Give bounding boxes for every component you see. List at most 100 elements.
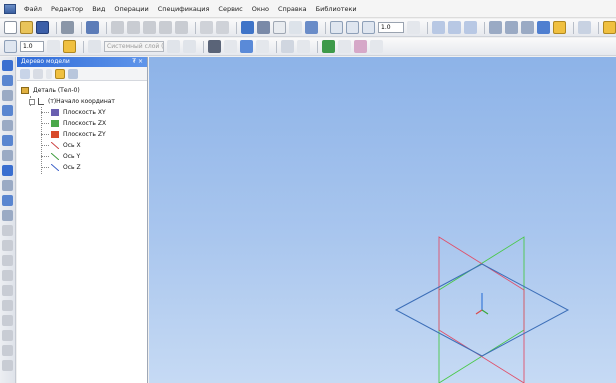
paste-icon[interactable] [143,21,156,34]
halftone-edges-icon[interactable] [553,21,566,34]
manager-icon[interactable] [241,21,254,34]
tool-icon[interactable] [2,330,13,341]
filter-tree-icon[interactable] [68,68,78,79]
tree-node-axis-y[interactable]: Ось Y [17,151,147,162]
redo-icon[interactable] [216,21,229,34]
tree-node-origin[interactable]: (т)Начало координат [17,96,147,107]
chevron-down-icon[interactable] [407,21,420,34]
menu-help[interactable]: Справка [278,5,307,13]
pan-icon[interactable] [432,21,445,34]
chevron-down-icon[interactable] [47,40,60,53]
open-icon[interactable] [20,21,33,34]
layer-select[interactable]: Системный слой (0) [104,41,164,52]
cursor-step-input[interactable]: 1.0 [20,41,44,52]
tree-node-part[interactable]: Деталь (Тел-0) [17,85,147,96]
curves-icon[interactable] [2,75,13,86]
sort-icon[interactable] [33,68,43,79]
material-icon[interactable] [240,40,253,53]
tool-icon[interactable] [2,285,13,296]
orientation-icon[interactable] [464,21,477,34]
diagnostics-icon[interactable] [354,40,367,53]
pin-close-controls[interactable]: ₮ × [132,57,143,67]
zoom-out-icon[interactable] [362,21,375,34]
show-structure-icon[interactable] [55,68,65,79]
edit-geometry-icon[interactable] [2,60,13,71]
menu-operations[interactable]: Операции [114,5,148,13]
halftone-icon[interactable] [537,21,550,34]
tree-node-axis-x[interactable]: Ось X [17,140,147,151]
tool-icon[interactable] [2,255,13,266]
measure-icon[interactable] [322,40,335,53]
model-viewport[interactable] [149,57,616,383]
chevron-down-icon[interactable] [224,40,237,53]
undo-icon[interactable] [200,21,213,34]
tool-icon[interactable] [2,240,13,251]
thin-lines-icon[interactable] [521,21,534,34]
filter-icon[interactable] [281,40,294,53]
array-icon[interactable] [2,90,13,101]
hidden-lines-icon[interactable] [505,21,518,34]
perspective-icon[interactable] [578,21,591,34]
measurements-icon[interactable] [2,135,13,146]
chevron-down-icon[interactable] [370,40,383,53]
section-icon[interactable] [603,21,616,34]
menu-edit[interactable]: Редактор [51,5,83,13]
model-tree-panel: Дерево модели ₮ × Деталь (Тел-0) (т)Нача… [17,57,148,383]
app-icon[interactable] [4,3,16,14]
filter-objects-icon[interactable] [2,150,13,161]
rotate-icon[interactable] [448,21,461,34]
variables-icon[interactable] [305,21,318,34]
help-pointer-icon[interactable] [289,21,302,34]
zoom-in-icon[interactable] [330,21,343,34]
color-icon[interactable] [208,40,221,53]
tool-icon[interactable] [2,270,13,281]
tree-node-axis-z[interactable]: Ось Z [17,162,147,173]
ortho-icon[interactable] [167,40,180,53]
tool-icon[interactable] [2,315,13,326]
tool-icon[interactable] [2,300,13,311]
tree-node-plane-xy[interactable]: Плоскость XY [17,107,147,118]
chevron-down-icon[interactable] [297,40,310,53]
model-tree-header: Дерево модели ₮ × [17,57,147,67]
zoom-window-icon[interactable] [346,21,359,34]
tool-icon[interactable] [2,225,13,236]
chevron-down-icon[interactable] [256,40,269,53]
reports-icon[interactable] [2,180,13,191]
grid-icon[interactable] [183,40,196,53]
tree-node-plane-zx[interactable]: Плоскость ZX [17,118,147,129]
copy-icon[interactable] [127,21,140,34]
tool-icon[interactable] [2,345,13,356]
tree-node-plane-zy[interactable]: Плоскость ZY [17,129,147,140]
menu-libraries[interactable]: Библиотеки [316,5,357,13]
chevron-down-icon[interactable] [46,68,52,79]
spec-icon[interactable] [2,165,13,176]
collapse-icon[interactable] [29,98,35,105]
wireframe-icon[interactable] [489,21,502,34]
tree-mode-icon[interactable] [20,68,30,79]
separator [276,40,277,53]
layers-icon[interactable] [63,40,76,53]
menu-file[interactable]: Файл [24,5,42,13]
auxiliary-geometry-icon[interactable] [2,105,13,116]
cut-icon[interactable] [111,21,124,34]
print-icon[interactable] [61,21,74,34]
save-icon[interactable] [36,21,49,34]
variables-panel-icon[interactable] [2,210,13,221]
formula-icon[interactable] [273,21,286,34]
surfaces-icon[interactable] [2,120,13,131]
state-icon[interactable] [88,40,101,53]
elements-icon[interactable] [2,195,13,206]
chevron-down-icon[interactable] [338,40,351,53]
preview-icon[interactable] [86,21,99,34]
new-document-icon[interactable] [4,21,17,34]
list-icon[interactable] [175,21,188,34]
menu-window[interactable]: Окно [252,5,269,13]
menu-view[interactable]: Вид [92,5,105,13]
properties-icon[interactable] [159,21,172,34]
library-icon[interactable] [257,21,270,34]
menu-specification[interactable]: Спецификация [158,5,210,13]
menu-service[interactable]: Сервис [218,5,242,13]
step-cursor-icon[interactable] [4,40,17,53]
zoom-scale-input[interactable]: 1.0 [378,22,404,33]
tool-icon[interactable] [2,360,13,371]
